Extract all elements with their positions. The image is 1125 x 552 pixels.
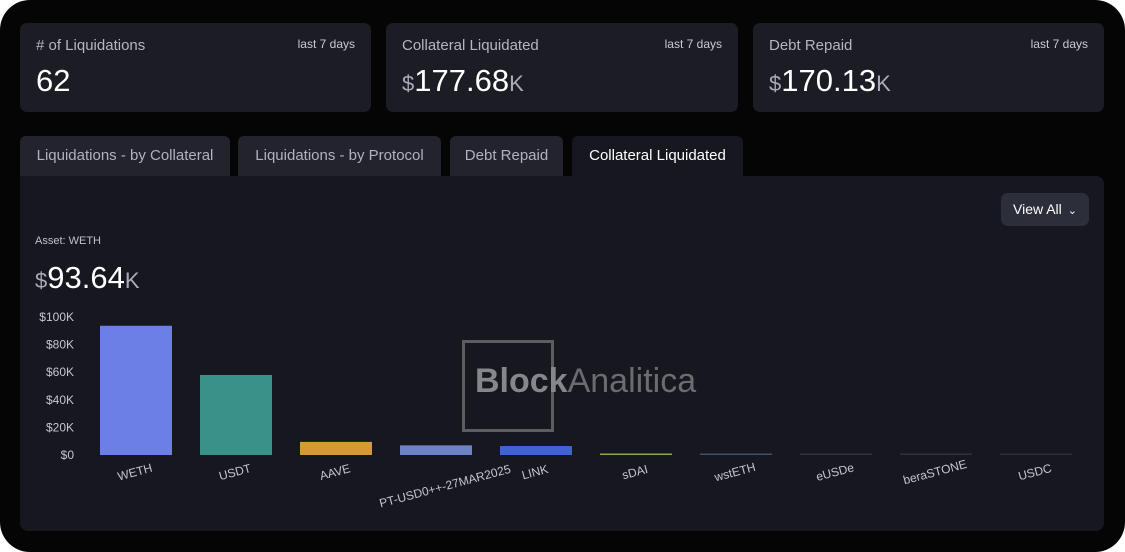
y-tick-label: $80K [46, 338, 74, 352]
bar-aave[interactable] [300, 441, 372, 455]
bar-link[interactable] [500, 446, 572, 455]
tab-liquidations-by-collateral[interactable]: Liquidations - by Collateral [20, 136, 230, 176]
x-tick-label: USDT [217, 461, 253, 483]
x-tick-label: wstETH [712, 460, 757, 485]
y-tick-label: $100K [39, 310, 74, 324]
card-value: 62 [36, 63, 70, 99]
card-suffix: K [876, 71, 891, 96]
card-number: 62 [36, 63, 71, 98]
y-tick-label: $40K [46, 393, 74, 407]
card-label: Debt Repaid [769, 37, 853, 54]
collateral-liquidated-card: Collateral Liquidated last 7 days $177.6… [386, 23, 738, 112]
card-value: $177.68K [402, 63, 524, 99]
x-tick-label: USDC [1017, 461, 1054, 483]
x-tick-label: LINK [520, 462, 549, 482]
liquidations-count-card: # of Liquidations last 7 days 62 [20, 23, 371, 112]
card-currency: $ [769, 71, 782, 96]
x-tick-label: eUSDe [814, 460, 855, 484]
y-tick-label: $0 [61, 448, 75, 462]
x-tick-label: sDAI [621, 462, 650, 482]
app-frame: # of Liquidations last 7 days 62 Collate… [0, 0, 1125, 552]
card-suffix: K [509, 71, 524, 96]
bar-usdc[interactable] [1000, 453, 1072, 456]
bar-berastone[interactable] [900, 453, 972, 456]
bar-chart: $0 $20K $40K $60K $80K $100K WETH USDT AAVE PT-US… [39, 310, 1072, 511]
card-label: Collateral Liquidated [402, 37, 539, 54]
bar-usdt[interactable] [200, 374, 272, 455]
card-label: # of Liquidations [36, 37, 146, 54]
tab-collateral-liquidated[interactable]: Collateral Liquidated [572, 136, 743, 176]
tab-debt-repaid[interactable]: Debt Repaid [450, 136, 563, 176]
card-value: $170.13K [769, 63, 891, 99]
card-currency: $ [402, 71, 415, 96]
bar-wsteth[interactable] [700, 453, 772, 456]
card-period: last 7 days [1030, 37, 1088, 51]
bar-pt-usd0-27mar2025[interactable] [400, 445, 472, 455]
bar-eusde[interactable] [800, 453, 872, 456]
y-tick-label: $20K [46, 420, 74, 434]
y-tick-label: $60K [46, 365, 74, 379]
x-tick-label: PT-USD0++-27MAR2025 [378, 462, 513, 511]
x-tick-label: beraSTONE [902, 457, 969, 487]
card-period: last 7 days [297, 37, 355, 51]
card-number: 177.68 [414, 63, 510, 98]
card-period: last 7 days [664, 37, 722, 51]
x-tick-label: WETH [116, 461, 154, 484]
card-number: 170.13 [781, 63, 877, 98]
chart-panel: View All ⌄ Asset: WETH $93.64K BlockAnali… [20, 176, 1104, 531]
bar-sdai[interactable] [600, 453, 672, 456]
x-tick-label: AAVE [318, 461, 352, 483]
debt-repaid-card: Debt Repaid last 7 days $170.13K [753, 23, 1104, 112]
tab-liquidations-by-protocol[interactable]: Liquidations - by Protocol [238, 136, 441, 176]
bar-weth[interactable] [100, 325, 172, 455]
